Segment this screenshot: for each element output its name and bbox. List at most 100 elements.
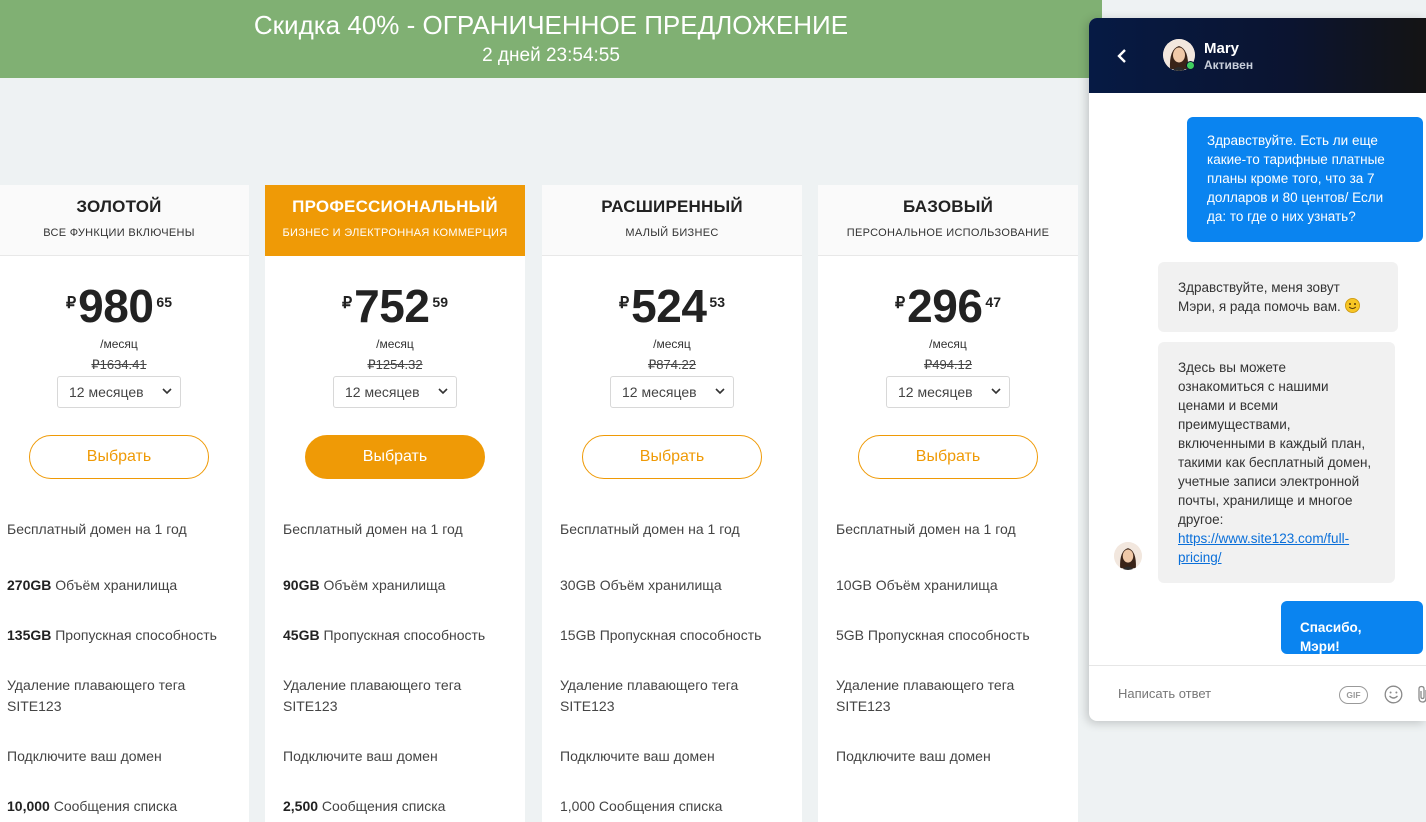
price-period: /месяц <box>929 337 967 351</box>
feature-item: Подключите ваш домен <box>836 748 991 764</box>
agent-message: Здесь вы можете ознакомиться с нашими це… <box>1158 342 1395 583</box>
chat-header: Mary Активен <box>1089 18 1426 93</box>
feature-item: Подключите ваш домен <box>7 748 162 764</box>
price-main: 752 <box>354 280 430 332</box>
select-plan-button[interactable]: Выбрать <box>858 435 1038 479</box>
price-cents: 47 <box>985 294 1001 310</box>
feature-item: 10,000 Сообщения списка <box>7 798 178 814</box>
reply-input[interactable] <box>1118 686 1318 701</box>
feature-item: Бесплатный домен на 1 год <box>836 521 1016 537</box>
plan-header: ЗОЛОТОЙ ВСЕ ФУНКЦИИ ВКЛЮЧЕНЫ <box>0 185 249 256</box>
chevron-down-icon <box>991 388 1001 395</box>
term-select[interactable]: 12 месяцев <box>333 376 457 408</box>
paperclip-icon[interactable] <box>1417 685 1426 704</box>
plan-card-advanced: РАСШИРЕННЫЙ МАЛЫЙ БИЗНЕС ₽ 524 53 /месяц… <box>542 185 802 822</box>
currency-symbol: ₽ <box>341 295 353 312</box>
gif-button[interactable]: GIF <box>1339 686 1368 704</box>
feature-item: Удаление плавающего тега SITE123 <box>560 677 739 714</box>
plan-name: ЗОЛОТОЙ <box>76 197 162 216</box>
agent-status: Активен <box>1204 58 1254 72</box>
price-period: /месяц <box>376 337 414 351</box>
plan-name: РАСШИРЕННЫЙ <box>601 197 743 216</box>
select-plan-button[interactable]: Выбрать <box>29 435 209 479</box>
agent-avatar-small <box>1114 542 1142 570</box>
feature-item: 90GB Объём хранилища <box>283 577 446 593</box>
price-cents: 59 <box>432 294 448 310</box>
price-main: 296 <box>907 280 983 332</box>
pricing-plans: ЗОЛОТОЙ ВСЕ ФУНКЦИИ ВКЛЮЧЕНЫ ₽ 980 65 /м… <box>0 185 1090 822</box>
currency-symbol: ₽ <box>65 295 77 312</box>
term-select-value: 12 месяцев <box>69 384 144 400</box>
feature-item: 30GB Объём хранилища <box>560 577 722 593</box>
term-select[interactable]: 12 месяцев <box>57 376 181 408</box>
plan-card-professional: ПРОФЕССИОНАЛЬНЫЙ БИЗНЕС И ЭЛЕКТРОННАЯ КО… <box>265 185 525 822</box>
plan-price: ₽ 296 47 <box>818 283 1078 333</box>
select-plan-button[interactable]: Выбрать <box>582 435 762 479</box>
feature-item: Удаление плавающего тега SITE123 <box>7 677 186 714</box>
old-price: ₽1634.41 <box>91 357 147 372</box>
plan-header: РАСШИРЕННЫЙ МАЛЫЙ БИЗНЕС <box>542 185 802 256</box>
feature-item: 1,000 Сообщения списка <box>560 798 723 814</box>
feature-item: 270GB Объём хранилища <box>7 577 178 593</box>
feature-item: 10GB Объём хранилища <box>836 577 998 593</box>
smiley-icon <box>1344 298 1360 313</box>
plan-price: ₽ 752 59 <box>265 283 525 333</box>
user-message: Здравствуйте. Есть ли еще какие-то тариф… <box>1187 117 1423 242</box>
price-period: /месяц <box>653 337 691 351</box>
feature-item: Удаление плавающего тега SITE123 <box>283 677 462 714</box>
feature-item: Бесплатный домен на 1 год <box>7 521 187 537</box>
feature-item: 5GB Пропускная способность <box>836 627 1030 643</box>
feature-item: Удаление плавающего тега SITE123 <box>836 677 1015 714</box>
plan-subtitle: ВСЕ ФУНКЦИИ ВКЛЮЧЕНЫ <box>43 227 195 239</box>
promo-title: Скидка 40% - ОГРАНИЧЕННОЕ ПРЕДЛОЖЕНИЕ <box>253 10 849 40</box>
chevron-down-icon <box>162 388 172 395</box>
price-main: 980 <box>78 280 154 332</box>
price-period: /месяц <box>100 337 138 351</box>
feature-item: Подключите ваш домен <box>283 748 438 764</box>
feature-item: Бесплатный домен на 1 год <box>560 521 740 537</box>
plan-subtitle: БИЗНЕС И ЭЛЕКТРОННАЯ КОММЕРЦИЯ <box>282 227 508 239</box>
plan-name: БАЗОВЫЙ <box>902 197 994 216</box>
term-select-value: 12 месяцев <box>345 384 420 400</box>
plan-card-gold: ЗОЛОТОЙ ВСЕ ФУНКЦИИ ВКЛЮЧЕНЫ ₽ 980 65 /м… <box>0 185 249 822</box>
term-select-value: 12 месяцев <box>622 384 697 400</box>
term-select[interactable]: 12 месяцев <box>886 376 1010 408</box>
feature-item: Бесплатный домен на 1 год <box>283 521 463 537</box>
term-select[interactable]: 12 месяцев <box>610 376 734 408</box>
agent-message: Здравствуйте, меня зовут Мэри, я рада по… <box>1158 262 1398 332</box>
price-cents: 53 <box>709 294 725 310</box>
promo-banner: Скидка 40% - ОГРАНИЧЕННОЕ ПРЕДЛОЖЕНИЕ 2 … <box>0 0 1102 78</box>
old-price: ₽1254.32 <box>367 357 423 372</box>
feature-item: 135GB Пропускная способность <box>7 627 217 643</box>
plan-price: ₽ 524 53 <box>542 283 802 333</box>
chat-composer: GIF <box>1089 665 1426 721</box>
feature-item: 2,500 Сообщения списка <box>283 798 446 814</box>
plan-card-basic: БАЗОВЫЙ ПЕРСОНАЛЬНОЕ ИСПОЛЬЗОВАНИЕ ₽ 296… <box>818 185 1078 822</box>
old-price: ₽874.22 <box>647 357 697 372</box>
feature-item: 45GB Пропускная способность <box>283 627 486 643</box>
feature-item: Подключите ваш домен <box>560 748 715 764</box>
plan-header: ПРОФЕССИОНАЛЬНЫЙ БИЗНЕС И ЭЛЕКТРОННАЯ КО… <box>265 185 525 256</box>
plan-header: БАЗОВЫЙ ПЕРСОНАЛЬНОЕ ИСПОЛЬЗОВАНИЕ <box>818 185 1078 256</box>
chat-widget: Mary Активен Здравствуйте. Есть ли еще к… <box>1089 18 1426 721</box>
price-cents: 65 <box>156 294 172 310</box>
price-main: 524 <box>631 280 707 332</box>
plan-subtitle: ПЕРСОНАЛЬНОЕ ИСПОЛЬЗОВАНИЕ <box>846 227 1050 239</box>
pricing-link[interactable]: https://www.site123.com/full-pricing/ <box>1178 531 1349 565</box>
old-price: ₽494.12 <box>923 357 973 372</box>
emoji-icon[interactable] <box>1384 685 1403 704</box>
feature-item: 15GB Пропускная способность <box>560 627 762 643</box>
plan-subtitle: МАЛЫЙ БИЗНЕС <box>625 227 719 239</box>
select-plan-button[interactable]: Выбрать <box>305 435 485 479</box>
term-select-value: 12 месяцев <box>898 384 973 400</box>
online-status-dot <box>1186 61 1195 70</box>
promo-countdown: 2 дней 23:54:55 <box>482 45 620 66</box>
plan-price: ₽ 980 65 <box>0 283 249 333</box>
agent-name: Mary <box>1204 40 1240 57</box>
currency-symbol: ₽ <box>618 295 630 312</box>
back-arrow-icon[interactable] <box>1115 47 1129 65</box>
user-message: Спасибо, Мэри! <box>1281 601 1423 654</box>
plan-name: ПРОФЕССИОНАЛЬНЫЙ <box>292 197 498 216</box>
chevron-down-icon <box>438 388 448 395</box>
currency-symbol: ₽ <box>894 295 906 312</box>
